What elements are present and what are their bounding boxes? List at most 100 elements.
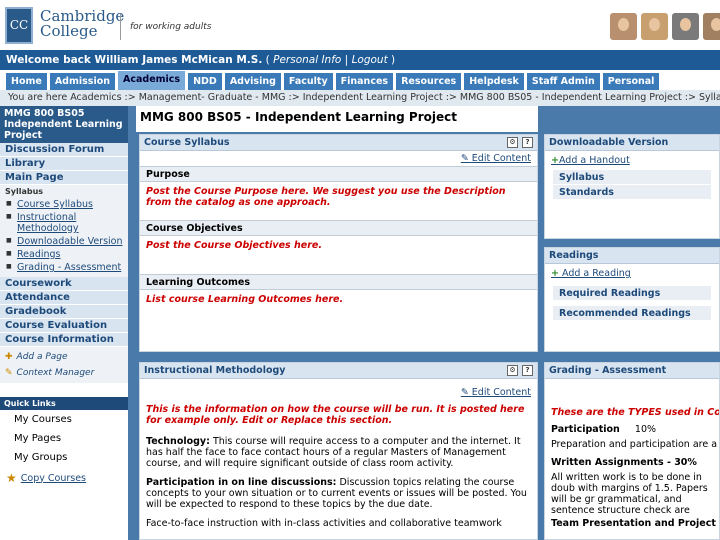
quick-link-my-pages[interactable]: My Pages xyxy=(0,429,128,448)
methodology-panel-header: Instructional Methodology ⚙? xyxy=(140,363,537,379)
technology-paragraph: Technology: This course will require acc… xyxy=(140,434,537,471)
sidebar-link-downloadable-version[interactable]: Downloadable Version xyxy=(0,235,128,248)
instructional-methodology-panel: Instructional Methodology ⚙? ✎ Edit Cont… xyxy=(139,362,538,540)
sidebar-item-discussion-forum[interactable]: Discussion Forum xyxy=(0,143,128,157)
outcomes-heading: Learning Outcomes xyxy=(140,274,537,290)
add-reading-icon: + xyxy=(551,268,559,279)
panel-controls: ⚙? xyxy=(507,137,533,148)
quick-link-my-courses[interactable]: My Courses xyxy=(0,410,128,429)
grading-written-label: Written Assignments - 30% xyxy=(551,457,697,468)
sidebar-syllabus-label: Syllabus xyxy=(0,185,128,198)
person-photo-icon xyxy=(641,13,668,40)
edit-syllabus-label: Edit Content xyxy=(471,153,531,164)
tab-helpdesk[interactable]: Helpdesk xyxy=(464,73,524,90)
college-name[interactable]: Cambridge College xyxy=(40,9,124,39)
help-icon[interactable]: ? xyxy=(522,137,533,148)
sidebar-tools: ✚ Add a Page ✎ Context Manager xyxy=(0,347,128,383)
grading-assessment-panel: Grading - Assessment These are the TYPES… xyxy=(544,362,720,540)
methodology-panel-title: Instructional Methodology xyxy=(144,365,286,376)
sidebar-link-instructional-methodology[interactable]: Instructional Methodology xyxy=(0,211,128,235)
purpose-heading: Purpose xyxy=(140,166,537,182)
person-photo-icon xyxy=(610,13,637,40)
breadcrumb: You are here Academics :> Management- Gr… xyxy=(0,90,720,106)
help-icon[interactable]: ? xyxy=(522,365,533,376)
header-photos xyxy=(610,13,720,40)
logout-link[interactable]: Logout xyxy=(352,54,388,66)
download-panel-title: Downloadable Version xyxy=(545,135,719,151)
tagline: for working adults xyxy=(130,22,212,32)
grading-team-label: Team Presentation and Project - 2 xyxy=(551,518,719,529)
sidebar-link-readings[interactable]: Readings xyxy=(0,248,128,261)
participation-label: Participation in on line discussions: xyxy=(146,477,337,488)
grading-written-text: All written work is to be done in doub w… xyxy=(551,472,708,516)
tab-finances[interactable]: Finances xyxy=(335,73,394,90)
tab-admission[interactable]: Admission xyxy=(49,73,115,90)
methodology-intro: This is the information on how the cours… xyxy=(146,404,525,426)
tab-advising[interactable]: Advising xyxy=(224,73,281,90)
tab-personal[interactable]: Personal xyxy=(602,73,660,90)
course-syllabus-panel: Course Syllabus ⚙? ✎ Edit Content Purpos… xyxy=(139,134,538,352)
link-separator: | xyxy=(341,54,352,66)
main-tabs: Home Admission Academics NDD Advising Fa… xyxy=(0,70,720,90)
tab-staff-admin[interactable]: Staff Admin xyxy=(526,73,600,90)
sidebar-item-course-information[interactable]: Course Information xyxy=(0,333,128,347)
edit-syllabus-button[interactable]: ✎ Edit Content xyxy=(140,151,537,166)
sidebar-item-main-page[interactable]: Main Page xyxy=(0,171,128,185)
add-handout-icon: + xyxy=(551,155,559,166)
sidebar-item-coursework[interactable]: Coursework xyxy=(0,277,128,291)
tab-home[interactable]: Home xyxy=(6,73,47,90)
tab-faculty[interactable]: Faculty xyxy=(283,73,333,90)
edit-methodology-button[interactable]: ✎ Edit Content xyxy=(140,385,537,400)
objectives-heading: Course Objectives xyxy=(140,220,537,236)
personal-info-link[interactable]: Personal Info xyxy=(273,54,341,66)
grading-panel-title: Grading - Assessment xyxy=(545,363,719,379)
settings-icon[interactable]: ⚙ xyxy=(507,137,518,148)
grading-participation: Participation 10% xyxy=(545,422,719,437)
readings-panel: Readings + Add a Reading Required Readin… xyxy=(544,247,720,352)
syllabus-link-list: Course Syllabus Instructional Methodolog… xyxy=(0,198,128,277)
tab-resources[interactable]: Resources xyxy=(396,73,462,90)
tab-academics[interactable]: Academics xyxy=(118,71,186,90)
participation-paragraph: Participation in on line discussions: Di… xyxy=(140,475,537,512)
quick-link-my-groups[interactable]: My Groups xyxy=(0,448,128,467)
paren-open: ( xyxy=(265,54,274,66)
syllabus-panel-header: Course Syllabus ⚙? xyxy=(140,135,537,151)
college-logo-icon[interactable]: CC xyxy=(5,7,33,44)
objectives-text: Post the Course Objectives here. xyxy=(146,240,322,251)
recommended-readings-link[interactable]: Recommended Readings xyxy=(553,306,711,320)
welcome-bar: Welcome back William James McMican M.S. … xyxy=(0,50,720,70)
sidebar-divider xyxy=(128,106,136,540)
add-reading-button[interactable]: + Add a Reading xyxy=(545,264,719,282)
course-sidebar: MMG 800 BS05 Independent Learning Projec… xyxy=(0,106,128,540)
add-page-icon: ✚ xyxy=(5,352,13,362)
required-readings-link[interactable]: Required Readings xyxy=(553,286,711,300)
add-page-button[interactable]: ✚ Add a Page xyxy=(5,349,123,365)
download-item-standards[interactable]: Standards xyxy=(553,185,711,199)
sidebar-item-attendance[interactable]: Attendance xyxy=(0,291,128,305)
purpose-text: Post the Course Purpose here. We suggest… xyxy=(146,186,506,208)
context-manager-button[interactable]: ✎ Context Manager xyxy=(5,365,123,381)
tab-ndd[interactable]: NDD xyxy=(188,73,222,90)
syllabus-panel-title: Course Syllabus xyxy=(144,137,230,148)
welcome-text: Welcome back William James McMican M.S. xyxy=(6,54,263,66)
download-item-syllabus[interactable]: Syllabus xyxy=(553,170,711,184)
sidebar-item-library[interactable]: Library xyxy=(0,157,128,171)
add-reading-label: Add a Reading xyxy=(562,268,631,279)
quick-link-copy-courses[interactable]: ★ Copy Courses xyxy=(0,467,128,489)
add-handout-button[interactable]: +Add a Handout xyxy=(545,151,719,169)
sidebar-link-grading[interactable]: Grading - Assessment xyxy=(0,261,128,274)
grading-participation-text: Preparation and participation are a xyxy=(551,439,718,450)
settings-icon[interactable]: ⚙ xyxy=(507,365,518,376)
sidebar-item-course-evaluation[interactable]: Course Evaluation xyxy=(0,319,128,333)
person-photo-icon xyxy=(672,13,699,40)
downloadable-version-panel: Downloadable Version +Add a Handout Syll… xyxy=(544,134,720,239)
site-header: CC Cambridge College for working adults xyxy=(0,0,720,50)
add-page-label: Add a Page xyxy=(16,352,68,362)
paren-close: ) xyxy=(387,54,396,66)
header-divider xyxy=(120,14,121,40)
technology-label: Technology: xyxy=(146,436,210,447)
sidebar-item-gradebook[interactable]: Gradebook xyxy=(0,305,128,319)
person-photo-icon xyxy=(703,13,720,40)
sidebar-link-course-syllabus[interactable]: Course Syllabus xyxy=(0,198,128,211)
participation-grade-label: Participation xyxy=(551,424,620,435)
